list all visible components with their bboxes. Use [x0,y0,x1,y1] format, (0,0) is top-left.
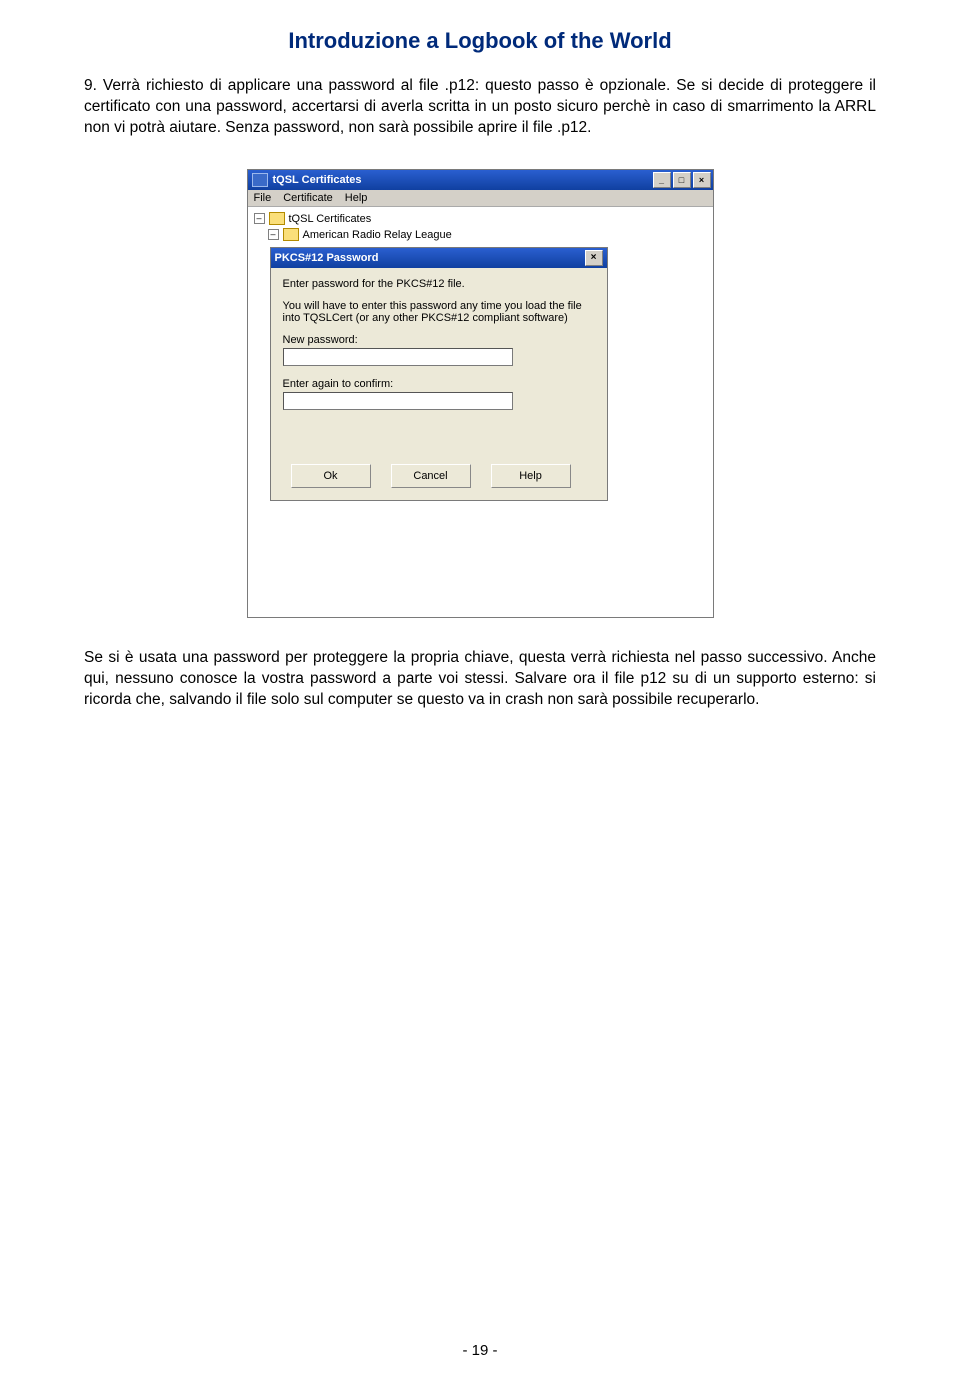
password-dialog: PKCS#12 Password × Enter password for th… [270,247,608,501]
folder-icon [269,212,285,225]
dialog-titlebar: PKCS#12 Password × [271,248,607,268]
maximize-button[interactable]: □ [673,172,691,188]
paragraph-1: 9. Verrà richiesto di applicare una pass… [84,76,876,139]
help-button[interactable]: Help [491,464,571,488]
cancel-button[interactable]: Cancel [391,464,471,488]
app-icon [252,173,268,187]
tree-root-label: tQSL Certificates [289,213,372,225]
window-titlebar: tQSL Certificates _ □ × [248,170,713,190]
dialog-text-2: You will have to enter this password any… [283,300,595,324]
menu-certificate[interactable]: Certificate [283,192,333,204]
folder-icon [283,228,299,241]
dialog-close-button[interactable]: × [585,250,603,266]
confirm-password-label: Enter again to confirm: [283,378,595,390]
dialog-title: PKCS#12 Password [275,252,379,264]
menubar: File Certificate Help [248,190,713,207]
window-empty-area [248,507,713,617]
main-window: tQSL Certificates _ □ × File Certificate… [247,169,714,618]
new-password-label: New password: [283,334,595,346]
dialog-text-1: Enter password for the PKCS#12 file. [283,278,595,290]
tree-child-row[interactable]: – American Radio Relay League [254,227,707,243]
tree-child-label: American Radio Relay League [303,229,452,241]
page-number: - 19 - [0,1342,960,1359]
window-title: tQSL Certificates [273,174,362,186]
tree-toggle-icon[interactable]: – [254,213,265,224]
tree-toggle-icon[interactable]: – [268,229,279,240]
menu-help[interactable]: Help [345,192,368,204]
tree-view: – tQSL Certificates – American Radio Rel… [248,207,713,245]
page-title: Introduzione a Logbook of the World [84,28,876,54]
new-password-input[interactable] [283,348,513,366]
ok-button[interactable]: Ok [291,464,371,488]
minimize-button[interactable]: _ [653,172,671,188]
close-button[interactable]: × [693,172,711,188]
tree-root-row[interactable]: – tQSL Certificates [254,211,707,227]
screenshot: tQSL Certificates _ □ × File Certificate… [84,169,876,618]
menu-file[interactable]: File [254,192,272,204]
confirm-password-input[interactable] [283,392,513,410]
paragraph-2: Se si è usata una password per protegger… [84,648,876,711]
